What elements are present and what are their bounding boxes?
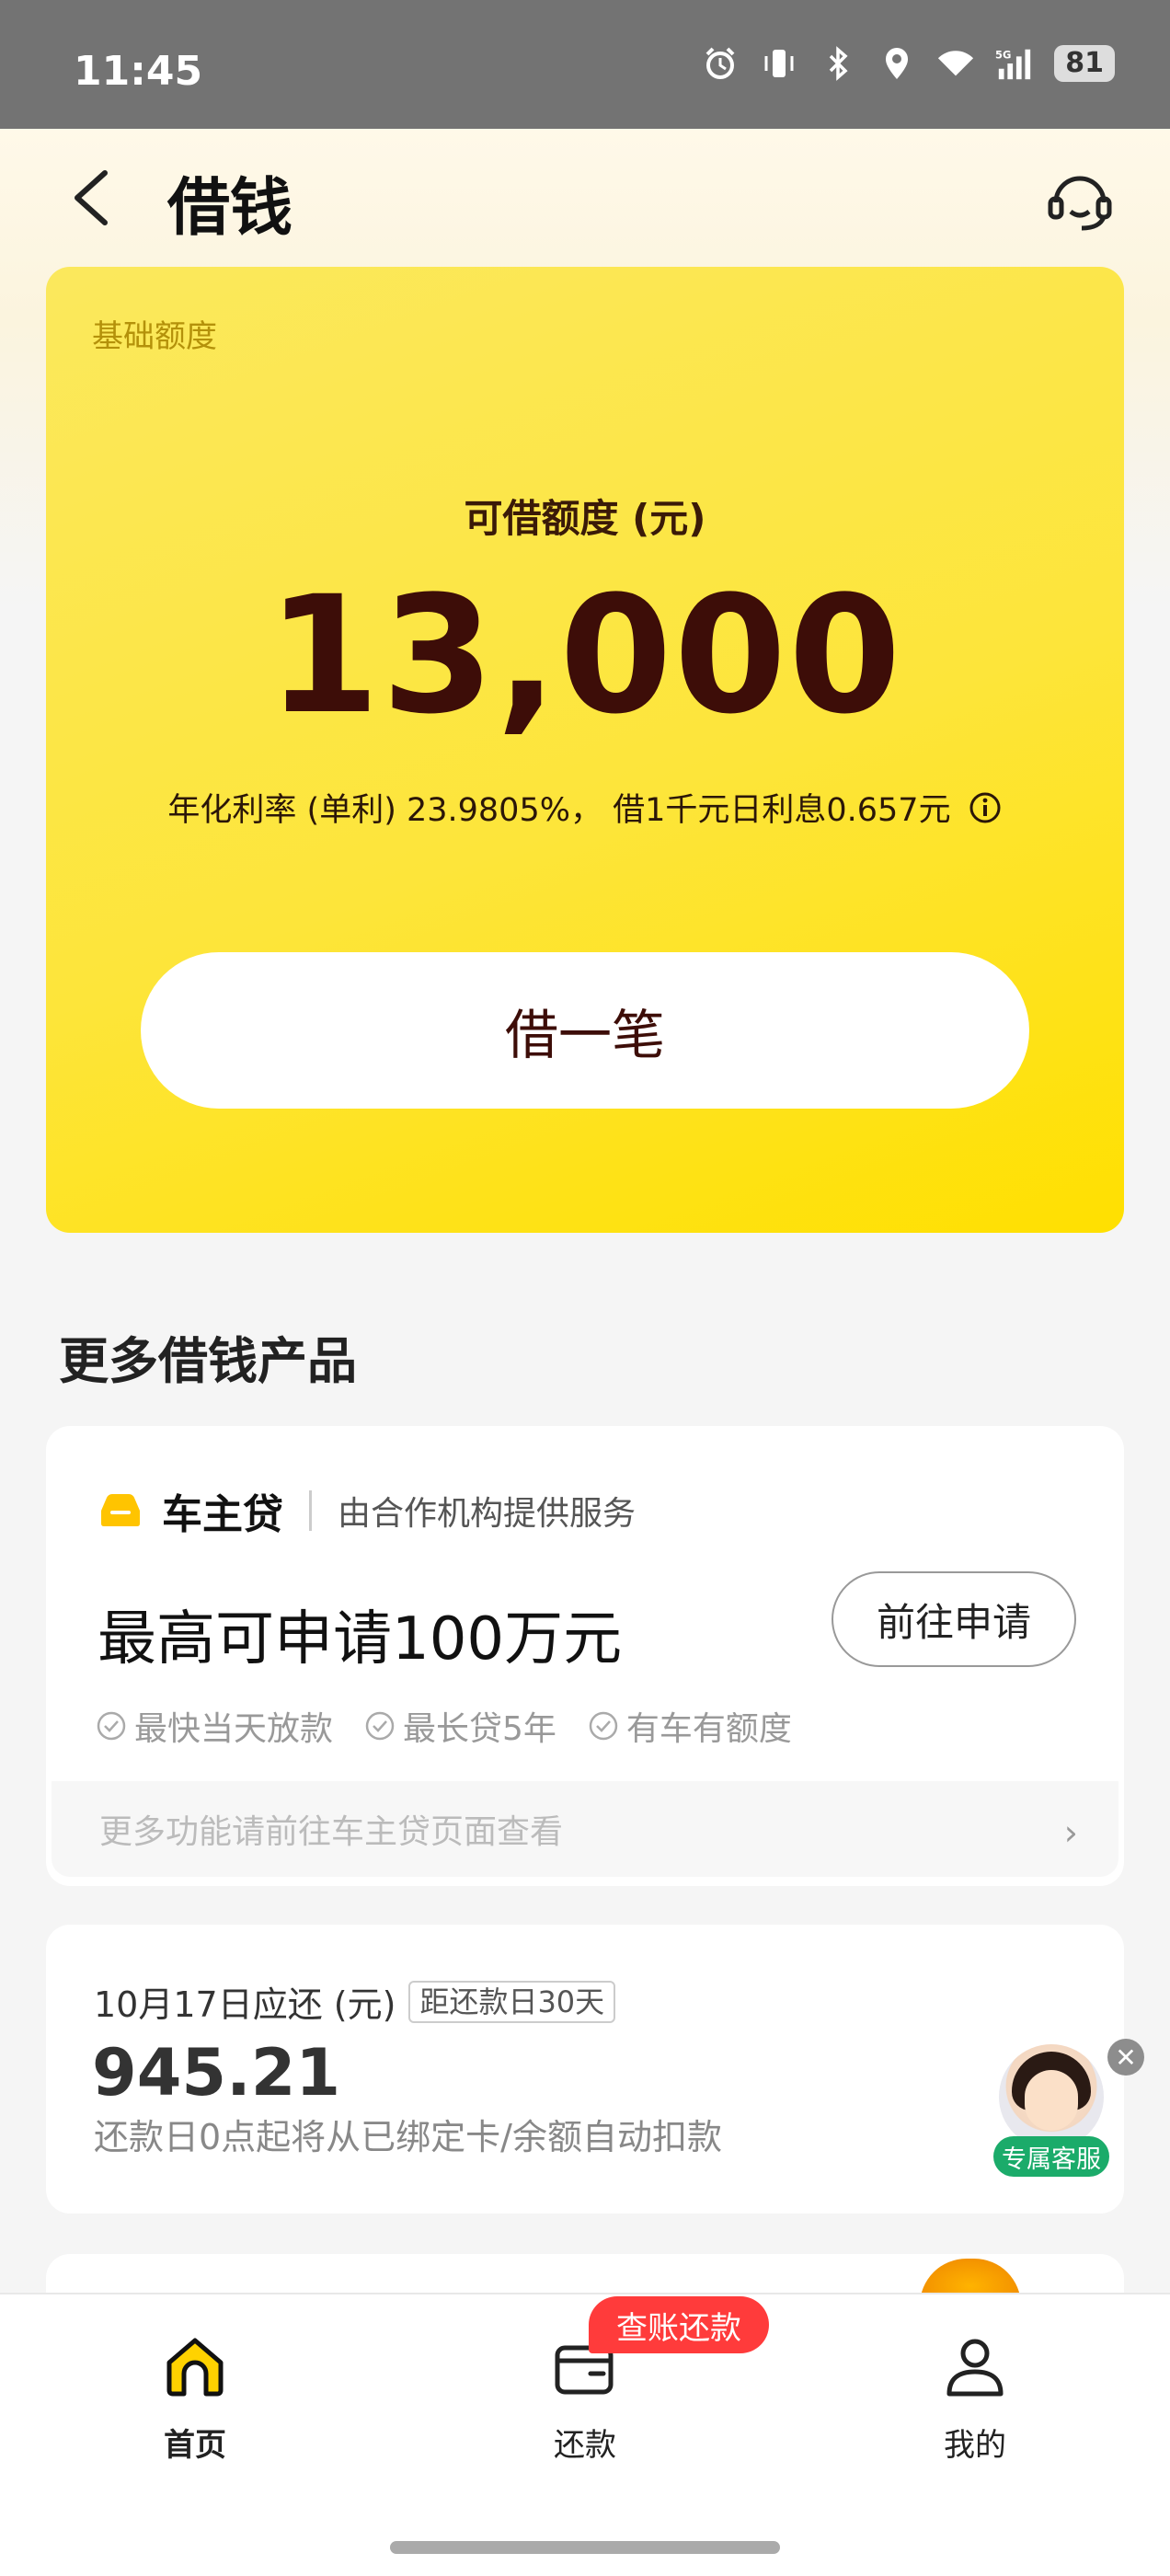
bottom-tabbar: 首页 还款 我的 [0,2293,1170,2576]
more-link-text: 更多功能请前往车主贷页面查看 [99,1813,564,1851]
home-icon [166,2338,224,2397]
feature-item: 最长贷5年 [364,1702,556,1750]
check-circle-icon [589,1711,618,1741]
more-products-title: 更多借钱产品 [59,1332,357,1390]
chevron-left-icon[interactable] [66,166,121,230]
chevron-right-icon: › [1063,1812,1078,1853]
home-indicator[interactable] [390,2541,780,2554]
alarm-icon [701,44,740,83]
5g-signal-icon: 5G [995,44,1034,83]
repayment-due-row: 10月17日应还 (元) 距还款日30天 [94,1976,616,2027]
due-amount: 945.21 [92,2035,341,2110]
top-nav: 借钱 [0,129,1170,267]
car-loan-headline: 最高可申请100万元 [98,1605,623,1673]
check-bill-badge[interactable]: 查账还款 [589,2296,769,2353]
tab-label: 我的 [944,2427,1006,2464]
service-label: 专属客服 [993,2136,1109,2177]
floating-service-button[interactable]: 专属客服 [993,2044,1109,2179]
vibrate-icon [760,44,798,83]
person-icon [946,2339,1004,2397]
feature-item: 最快当天放款 [96,1702,333,1750]
status-bar: 11:45 5G 81 [0,0,1170,129]
auto-debit-note: 还款日0点起将从已绑定卡/余额自动扣款 [94,2117,722,2157]
svg-text:5G: 5G [995,48,1011,61]
car-loan-features: 最快当天放款 最长贷5年 有车有额度 [96,1702,792,1750]
check-circle-icon [97,1711,126,1741]
headset-icon[interactable] [1045,166,1115,236]
days-until-due-tag: 距还款日30天 [408,1980,616,2023]
car-loan-brand: 车主贷 由合作机构提供服务 [98,1481,636,1540]
wifi-icon [936,44,975,83]
base-limit-tag: 基础额度 [92,318,217,355]
status-time: 11:45 [74,48,203,95]
close-icon[interactable]: ✕ [1107,2039,1144,2076]
divider [309,1490,312,1531]
check-circle-icon [365,1711,395,1741]
tab-home[interactable]: 首页 [103,2331,287,2465]
repayment-card[interactable]: 10月17日应还 (元) 距还款日30天 945.21 还款日0点起将从已绑定卡… [46,1925,1124,2214]
battery-icon: 81 [1054,45,1115,82]
car-loan-more-link[interactable]: 更多功能请前往车主贷页面查看 › [52,1781,1118,1877]
tab-label: 还款 [554,2427,616,2464]
agent-avatar [999,2044,1104,2149]
available-limit-amount: 13,000 [267,561,903,750]
apply-button[interactable]: 前往申请 [832,1571,1076,1667]
car-icon [98,1492,143,1529]
interest-rate-text: 年化利率 (单利) 23.9805%， 借1千元日利息0.657元 [167,792,951,829]
borrow-button[interactable]: 借一笔 [141,952,1029,1109]
feature-label: 有车有额度 [625,1710,792,1748]
available-limit-label: 可借额度 (元) [464,496,706,541]
page-title: 借钱 [167,172,293,245]
interest-rate-line: 年化利率 (单利) 23.9805%， 借1千元日利息0.657元 [46,784,1124,831]
location-icon [878,44,916,83]
feature-item: 有车有额度 [588,1702,792,1750]
tab-label: 首页 [164,2427,226,2464]
feature-label: 最长贷5年 [403,1710,556,1748]
credit-limit-card: 基础额度 可借额度 (元) 13,000 年化利率 (单利) 23.9805%，… [46,267,1124,1233]
feature-label: 最快当天放款 [134,1710,334,1748]
due-label: 10月17日应还 (元) [94,1984,396,2025]
bluetooth-icon [819,44,857,83]
car-loan-name: 车主贷 [162,1491,283,1538]
info-icon[interactable] [968,790,1003,825]
car-loan-card[interactable]: 车主贷 由合作机构提供服务 最高可申请100万元 前往申请 最快当天放款 最长贷… [46,1426,1124,1886]
car-loan-provider: 由合作机构提供服务 [338,1495,637,1533]
status-icons: 5G 81 [701,44,1115,83]
tab-mine[interactable]: 我的 [883,2331,1067,2465]
